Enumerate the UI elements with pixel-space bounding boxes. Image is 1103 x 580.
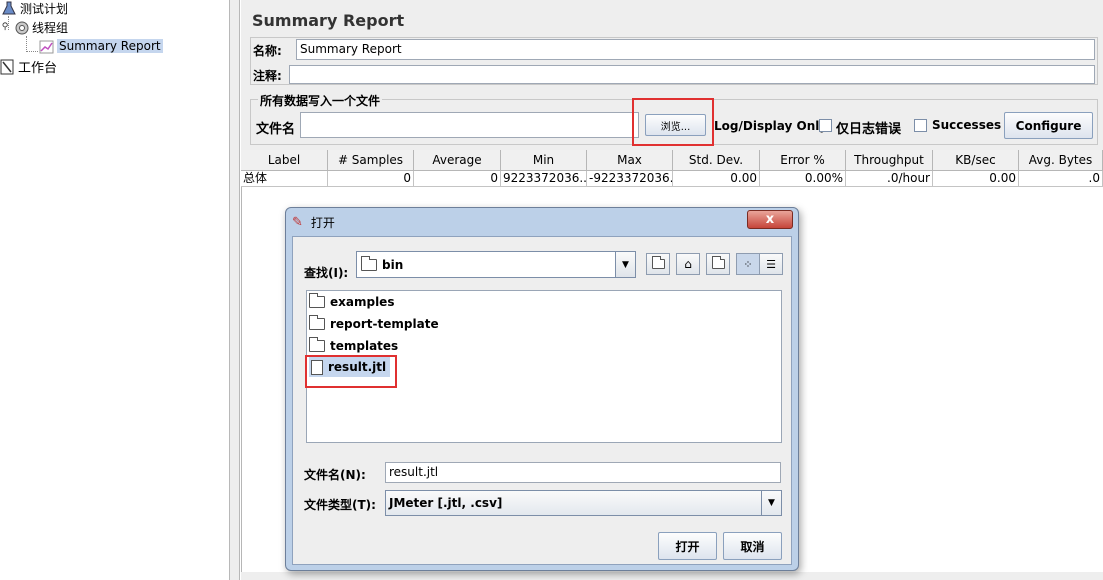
tree-item-summary-report[interactable]: Summary Report [39,37,163,55]
list-item[interactable]: examples [309,292,394,312]
table-cell: 0.00 [933,171,1019,187]
up-folder-icon [651,256,665,269]
column-header[interactable]: Max [587,150,673,171]
filetype-combo[interactable]: JMeter [.jtl, .csv] [385,490,782,516]
table-cell: .0 [1019,171,1103,187]
folder-icon [309,337,325,352]
look-in-dropdown-button[interactable]: ▼ [615,252,635,277]
gear-icon [14,20,29,35]
column-header[interactable]: # Samples [328,150,414,171]
dialog-filename-label: 文件名(N): [304,468,366,482]
tree-item-thread-group[interactable]: ⚲ 线程组 [0,18,68,36]
write-file-group-title: 所有数据写入一个文件 [258,92,383,109]
list-item[interactable]: templates [309,336,398,356]
filetype-value: JMeter [.jtl, .csv] [389,496,503,510]
name-field[interactable]: Summary Report [296,39,1095,60]
table-cell: 0.00% [760,171,846,187]
filename-field[interactable] [300,112,639,138]
details-view-button[interactable]: ☰ [759,253,783,275]
table-cell: -9223372036... [587,171,673,187]
open-file-dialog: ✎ 打开 x 查找(I): bin ▼ ⌂ ⁘ ☰ examples repor… [285,207,799,571]
comment-label: 注释: [253,69,282,83]
tree-item-label: 线程组 [32,20,69,35]
file-name: templates [330,339,399,353]
open-button[interactable]: 打开 [658,532,717,560]
log-display-label: Log/Display Only: [714,119,832,133]
look-in-value: bin [382,257,404,272]
column-header[interactable]: Throughput [846,150,933,171]
chevron-down-icon: ▼ [622,259,629,270]
table-cell: 总体 [241,171,328,187]
table-row[interactable]: 总体 0 0 9223372036... -9223372036... 0.00… [241,171,1103,187]
workbench-icon [0,59,14,75]
column-header[interactable]: Average [414,150,501,171]
dialog-filename-field[interactable]: result.jtl [385,462,781,483]
highlight-browse [632,98,714,146]
column-header[interactable]: KB/sec [933,150,1019,171]
folder-icon [361,255,377,271]
errors-only-checkbox[interactable] [819,119,832,132]
chevron-down-icon: ▼ [768,498,775,508]
column-header[interactable]: Min [501,150,587,171]
column-header[interactable]: Label [241,150,328,171]
dialog-title: 打开 [310,215,335,230]
list-view-icon: ⁘ [743,257,753,271]
tree-item-workbench[interactable]: 工作台 [0,57,58,76]
table-cell: .0/hour [846,171,933,187]
file-name: examples [330,295,395,309]
details-view-icon: ☰ [766,257,776,271]
page-title: Summary Report [252,11,405,30]
home-button[interactable]: ⌂ [676,253,700,275]
column-header[interactable]: Error % [760,150,846,171]
folder-icon [309,293,325,308]
split-pane-divider[interactable] [229,0,240,580]
highlight-result-file [305,355,397,388]
table-cell: 0 [414,171,501,187]
list-item[interactable]: report-template [309,314,439,334]
tree-item-label: Summary Report [57,39,163,53]
test-plan-tree: 测试计划 ⚲ 线程组 Summary Report 工作台 [0,0,229,580]
cancel-button[interactable]: 取消 [723,532,782,560]
folder-icon [309,315,325,330]
list-view-button[interactable]: ⁘ [736,253,760,275]
column-header[interactable]: Avg. Bytes [1019,150,1103,171]
table-cell: 0.00 [673,171,760,187]
tree-item-test-plan[interactable]: 测试计划 [2,0,68,16]
new-folder-button[interactable] [706,253,730,275]
up-folder-button[interactable] [646,253,670,275]
look-in-label: 查找(I): [304,266,349,280]
file-name: report-template [330,317,439,331]
flask-icon [2,1,16,15]
table-cell: 9223372036... [501,171,587,187]
filetype-label: 文件类型(T): [304,498,376,512]
comment-field[interactable] [289,65,1095,84]
filetype-dropdown-button[interactable]: ▼ [761,491,781,515]
table-header: Label # Samples Average Min Max Std. Dev… [241,150,1103,171]
java-cup-icon: ✎ [292,214,303,230]
name-label: 名称: [253,44,282,58]
successes-label: Successes [932,118,1002,132]
chart-icon [39,39,54,54]
close-icon[interactable]: x [747,210,793,229]
new-folder-icon [711,256,725,269]
dialog-content: 查找(I): bin ▼ ⌂ ⁘ ☰ examples report-templ… [292,236,792,565]
tree-item-label: 工作台 [18,60,58,76]
expand-toggle-icon[interactable]: ⚲ [0,22,10,32]
dialog-titlebar[interactable]: ✎ 打开 [286,208,798,236]
filename-label: 文件名 [256,122,296,137]
table-cell: 0 [328,171,414,187]
successes-checkbox[interactable] [914,119,927,132]
home-icon: ⌂ [684,257,692,271]
column-header[interactable]: Std. Dev. [673,150,760,171]
errors-only-label: 仅日志错误 [836,122,902,137]
configure-button[interactable]: Configure [1004,112,1093,139]
look-in-combo[interactable]: bin [356,251,636,278]
tree-item-label: 测试计划 [20,1,69,16]
